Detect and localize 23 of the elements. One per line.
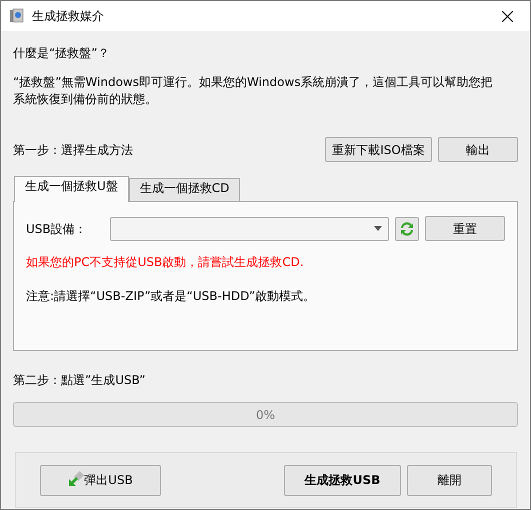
action-button[interactable]: 輸出: [438, 137, 518, 162]
action-button[interactable]: 重新下載ISO檔案: [325, 137, 432, 162]
progress-reading: 0%: [256, 406, 276, 424]
warning-text: 如果您的PC不支持從USB啟動，請嘗試生成拯救CD.: [26, 254, 305, 271]
question-heading: 什麼是“拯救盤”？: [13, 45, 110, 62]
note-text: 注意:請選擇“USB-ZIP”或者是“USB-HDD”啟動模式。: [26, 288, 316, 305]
footer-button[interactable]: 離開: [407, 464, 492, 496]
eject-usb-button[interactable]: 彈出USB: [40, 464, 161, 496]
reset-button[interactable]: 重置: [425, 216, 505, 241]
refresh-icon: [399, 220, 415, 236]
step-label: 第二步：點選”生成USB”: [13, 372, 146, 389]
window-title: 生成拯救媒介: [32, 8, 104, 25]
usb-device-dropdown[interactable]: [110, 216, 389, 240]
usb-arrow-icon: [68, 471, 84, 487]
tab[interactable]: 生成一個拯救U盤: [14, 176, 129, 202]
description-text: “拯救盤”無需Windows即可運行。如果您的Windows系統崩潰了，這個工具可以幫助您把系統恢復到備份前的狀態。: [13, 74, 494, 108]
tab[interactable]: 生成一個拯救CD: [128, 178, 240, 201]
field-label: USB設備：: [26, 220, 88, 238]
footer-button[interactable]: 生成拯救USB: [284, 464, 401, 496]
refresh-button[interactable]: [395, 216, 419, 240]
step-label: 第一步：選擇生成方法: [13, 142, 133, 158]
caret-icon: [374, 226, 382, 231]
app-icon: [9, 8, 25, 24]
